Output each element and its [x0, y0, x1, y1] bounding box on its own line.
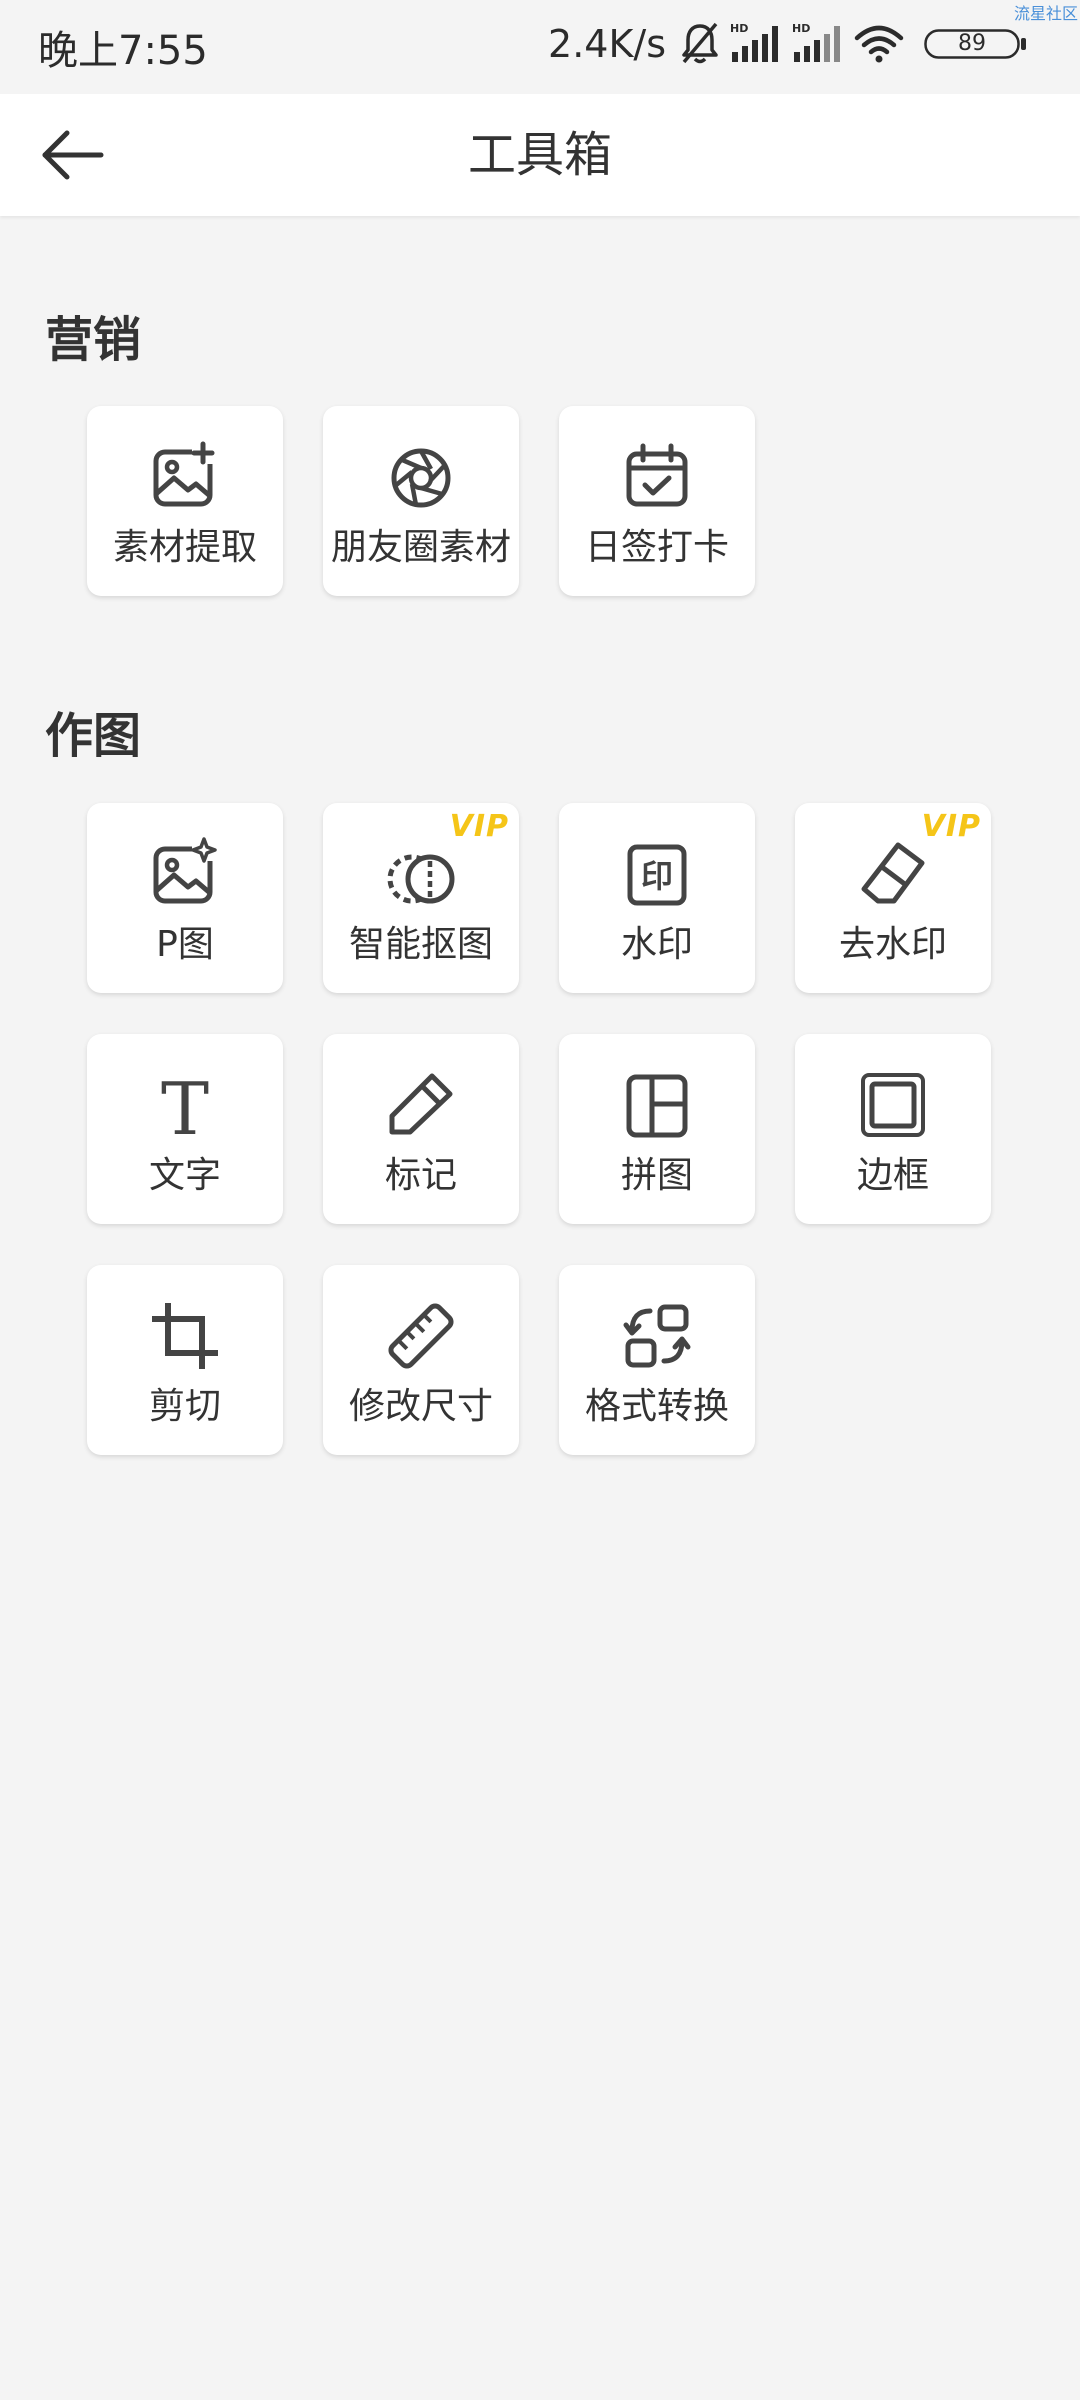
bell-muted-icon	[682, 22, 718, 64]
watermark-label: 流星社区	[1013, 4, 1078, 23]
tool-collage[interactable]: 拼图	[559, 1034, 755, 1224]
section-title-image-editing: 作图	[45, 708, 142, 764]
svg-text:HD: HD	[730, 22, 748, 35]
tool-remove-watermark[interactable]: VIP 去水印	[795, 803, 991, 993]
tool-label: 文字	[148, 1155, 221, 1196]
tool-markup[interactable]: 标记	[323, 1034, 519, 1224]
crop-icon	[152, 1303, 218, 1369]
tool-label: 标记	[384, 1155, 457, 1196]
status-bar: 晚上7:55 2.4K/s HD HD 89 流星社区	[0, 0, 1080, 92]
vip-badge: VIP	[921, 809, 981, 844]
tool-label: P图	[156, 924, 214, 965]
frame-icon	[861, 1073, 925, 1137]
tool-label: 朋友圈素材	[330, 527, 511, 568]
tool-smart-cutout[interactable]: VIP 智能抠图	[323, 803, 519, 993]
tool-label: 去水印	[838, 924, 947, 965]
svg-text:印: 印	[641, 857, 673, 895]
aperture-icon	[391, 448, 451, 508]
cutout-circles-icon	[387, 854, 455, 904]
pencil-icon	[389, 1073, 453, 1135]
page-title: 工具箱	[467, 127, 612, 183]
back-button[interactable]	[36, 122, 110, 188]
collage-layout-icon	[626, 1074, 688, 1138]
app-bar: 工具箱	[0, 94, 1080, 216]
stamp-icon: 印	[627, 844, 687, 906]
tool-label: 格式转换	[584, 1386, 729, 1427]
section-title-marketing: 营销	[45, 312, 142, 368]
image-sparkle-icon	[153, 837, 217, 904]
tool-daily-checkin[interactable]: 日签打卡	[559, 406, 755, 596]
tool-label: 剪切	[148, 1386, 221, 1427]
arrow-left-icon	[42, 130, 104, 180]
tool-border[interactable]: 边框	[795, 1034, 991, 1224]
status-time: 晚上7:55	[38, 28, 208, 74]
ruler-icon	[388, 1303, 454, 1369]
tool-text[interactable]: T 文字	[87, 1034, 283, 1224]
tool-label: 边框	[856, 1155, 929, 1196]
signal-hd-icon: HD	[730, 22, 778, 62]
battery-indicator: 89	[924, 29, 1028, 59]
image-plus-icon	[153, 441, 215, 507]
tool-photo-edit[interactable]: P图	[87, 803, 283, 993]
tool-label: 素材提取	[112, 527, 257, 568]
eraser-icon	[861, 842, 925, 904]
text-icon: T	[161, 1067, 209, 1151]
svg-text:HD: HD	[792, 22, 810, 35]
convert-icon	[623, 1304, 691, 1368]
wifi-icon	[854, 25, 904, 63]
status-indicators: 2.4K/s HD HD 89	[548, 16, 1028, 72]
tool-label: 日签打卡	[584, 527, 729, 568]
tool-resize[interactable]: 修改尺寸	[323, 1265, 519, 1455]
tool-crop[interactable]: 剪切	[87, 1265, 283, 1455]
calendar-check-icon	[626, 443, 688, 507]
network-speed: 2.4K/s	[548, 22, 666, 66]
vip-badge: VIP	[449, 809, 509, 844]
tool-label: 水印	[620, 924, 693, 965]
battery-level: 89	[958, 31, 986, 56]
signal-hd-icon: HD	[792, 22, 840, 62]
tool-moments-material[interactable]: 朋友圈素材	[323, 406, 519, 596]
tool-format-convert[interactable]: 格式转换	[559, 1265, 755, 1455]
tool-label: 智能抠图	[348, 924, 493, 965]
tool-material-extract[interactable]: 素材提取	[87, 406, 283, 596]
tool-watermark[interactable]: 印 水印	[559, 803, 755, 993]
tool-label: 拼图	[620, 1155, 693, 1196]
svg-text:T: T	[161, 1067, 209, 1151]
tool-label: 修改尺寸	[348, 1386, 493, 1427]
